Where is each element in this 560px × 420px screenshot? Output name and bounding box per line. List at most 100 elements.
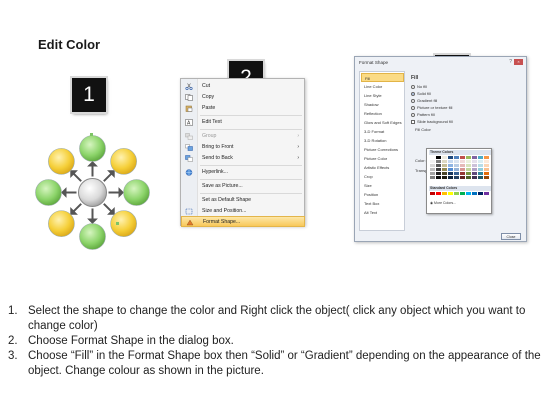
color-swatch[interactable] bbox=[454, 160, 459, 163]
color-swatch[interactable] bbox=[430, 156, 435, 159]
category-item[interactable]: Picture Color bbox=[361, 154, 404, 163]
help-icon[interactable]: ? bbox=[509, 59, 512, 65]
category-item[interactable]: Line Style bbox=[361, 91, 404, 100]
color-swatch[interactable] bbox=[430, 168, 435, 171]
menu-item-set-default-shape[interactable]: Set as Default Shape bbox=[181, 195, 305, 206]
selection-handle[interactable] bbox=[116, 222, 119, 225]
color-swatch[interactable] bbox=[454, 156, 459, 159]
menu-item-format-shape[interactable]: Format Shape... bbox=[181, 216, 305, 227]
color-swatch[interactable] bbox=[478, 172, 483, 175]
color-swatch[interactable] bbox=[442, 168, 447, 171]
color-swatch[interactable] bbox=[460, 164, 465, 167]
color-swatch[interactable] bbox=[460, 168, 465, 171]
yellow-circle[interactable] bbox=[48, 210, 75, 237]
color-swatch[interactable] bbox=[442, 156, 447, 159]
category-item[interactable]: Text Box bbox=[361, 199, 404, 208]
option-picture-fill[interactable]: Picture or texture fill bbox=[411, 105, 452, 110]
category-item[interactable]: Position bbox=[361, 190, 404, 199]
color-swatch[interactable] bbox=[466, 172, 471, 175]
color-swatch[interactable] bbox=[466, 168, 471, 171]
color-swatch[interactable] bbox=[448, 176, 453, 179]
color-swatch[interactable] bbox=[460, 172, 465, 175]
category-item[interactable]: Alt Text bbox=[361, 208, 404, 217]
color-swatch[interactable] bbox=[484, 176, 489, 179]
color-swatch[interactable] bbox=[442, 172, 447, 175]
color-swatch[interactable] bbox=[472, 172, 477, 175]
yellow-circle[interactable] bbox=[110, 148, 137, 175]
color-swatch[interactable] bbox=[466, 192, 471, 195]
color-swatch[interactable] bbox=[478, 160, 483, 163]
color-swatch[interactable] bbox=[466, 176, 471, 179]
circle-diagram[interactable] bbox=[30, 130, 155, 255]
color-swatch[interactable] bbox=[436, 156, 441, 159]
category-fill[interactable]: Fill bbox=[361, 73, 404, 82]
color-swatch[interactable] bbox=[442, 160, 447, 163]
color-swatch[interactable] bbox=[484, 160, 489, 163]
category-item[interactable]: Artistic Effects bbox=[361, 163, 404, 172]
menu-item-copy[interactable]: Copy bbox=[181, 92, 305, 103]
color-swatch[interactable] bbox=[442, 164, 447, 167]
color-swatch[interactable] bbox=[478, 192, 483, 195]
green-circle[interactable] bbox=[79, 135, 106, 162]
color-swatch[interactable] bbox=[454, 192, 459, 195]
close-button[interactable]: Close bbox=[501, 233, 521, 240]
color-swatch[interactable] bbox=[478, 168, 483, 171]
menu-item-bring-to-front[interactable]: Bring to Front › bbox=[181, 142, 305, 153]
selection-handle[interactable] bbox=[90, 133, 93, 136]
color-swatch[interactable] bbox=[442, 176, 447, 179]
menu-item-cut[interactable]: Cut bbox=[181, 81, 305, 92]
color-swatch[interactable] bbox=[430, 164, 435, 167]
color-swatch[interactable] bbox=[472, 176, 477, 179]
color-swatch[interactable] bbox=[484, 164, 489, 167]
color-swatch[interactable] bbox=[454, 172, 459, 175]
color-swatch[interactable] bbox=[448, 164, 453, 167]
option-slide-background-fill[interactable]: Slide background fill bbox=[411, 119, 453, 124]
color-swatch[interactable] bbox=[472, 160, 477, 163]
color-swatch[interactable] bbox=[472, 168, 477, 171]
color-swatch[interactable] bbox=[430, 192, 435, 195]
menu-item-paste[interactable]: Paste bbox=[181, 103, 305, 114]
category-item[interactable]: Picture Corrections bbox=[361, 145, 404, 154]
color-swatch[interactable] bbox=[442, 192, 447, 195]
color-swatch[interactable] bbox=[448, 156, 453, 159]
menu-item-save-as-picture[interactable]: Save as Picture... bbox=[181, 181, 305, 192]
color-swatch[interactable] bbox=[478, 156, 483, 159]
color-swatch[interactable] bbox=[472, 156, 477, 159]
color-swatch[interactable] bbox=[460, 192, 465, 195]
color-swatch[interactable] bbox=[454, 176, 459, 179]
color-swatch[interactable] bbox=[460, 176, 465, 179]
category-item[interactable]: Size bbox=[361, 181, 404, 190]
color-swatch[interactable] bbox=[430, 172, 435, 175]
color-swatch[interactable] bbox=[460, 156, 465, 159]
category-item[interactable]: Shadow bbox=[361, 100, 404, 109]
color-swatch[interactable] bbox=[430, 176, 435, 179]
color-swatch[interactable] bbox=[484, 156, 489, 159]
menu-item-send-to-back[interactable]: Send to Back › bbox=[181, 153, 305, 164]
color-swatch[interactable] bbox=[478, 176, 483, 179]
yellow-circle[interactable] bbox=[48, 148, 75, 175]
center-circle[interactable] bbox=[78, 178, 107, 207]
option-pattern-fill[interactable]: Pattern fill bbox=[411, 112, 435, 117]
color-swatch[interactable] bbox=[448, 168, 453, 171]
color-swatch[interactable] bbox=[436, 192, 441, 195]
color-swatch[interactable] bbox=[472, 192, 477, 195]
color-swatch[interactable] bbox=[466, 160, 471, 163]
green-circle[interactable] bbox=[79, 223, 106, 250]
color-swatch[interactable] bbox=[484, 192, 489, 195]
color-swatch[interactable] bbox=[436, 168, 441, 171]
color-swatch[interactable] bbox=[466, 156, 471, 159]
color-swatch[interactable] bbox=[478, 164, 483, 167]
color-swatch[interactable] bbox=[466, 164, 471, 167]
menu-item-hyperlink[interactable]: Hyperlink... bbox=[181, 167, 305, 178]
close-icon[interactable]: × bbox=[514, 59, 523, 65]
color-swatch[interactable] bbox=[430, 160, 435, 163]
color-swatch[interactable] bbox=[484, 168, 489, 171]
color-swatch[interactable] bbox=[448, 172, 453, 175]
color-swatch[interactable] bbox=[436, 176, 441, 179]
color-swatch[interactable] bbox=[436, 160, 441, 163]
category-item[interactable]: 3-D Format bbox=[361, 127, 404, 136]
category-item[interactable]: Crop bbox=[361, 172, 404, 181]
color-swatch[interactable] bbox=[460, 160, 465, 163]
color-swatch[interactable] bbox=[448, 192, 453, 195]
color-swatch[interactable] bbox=[454, 164, 459, 167]
